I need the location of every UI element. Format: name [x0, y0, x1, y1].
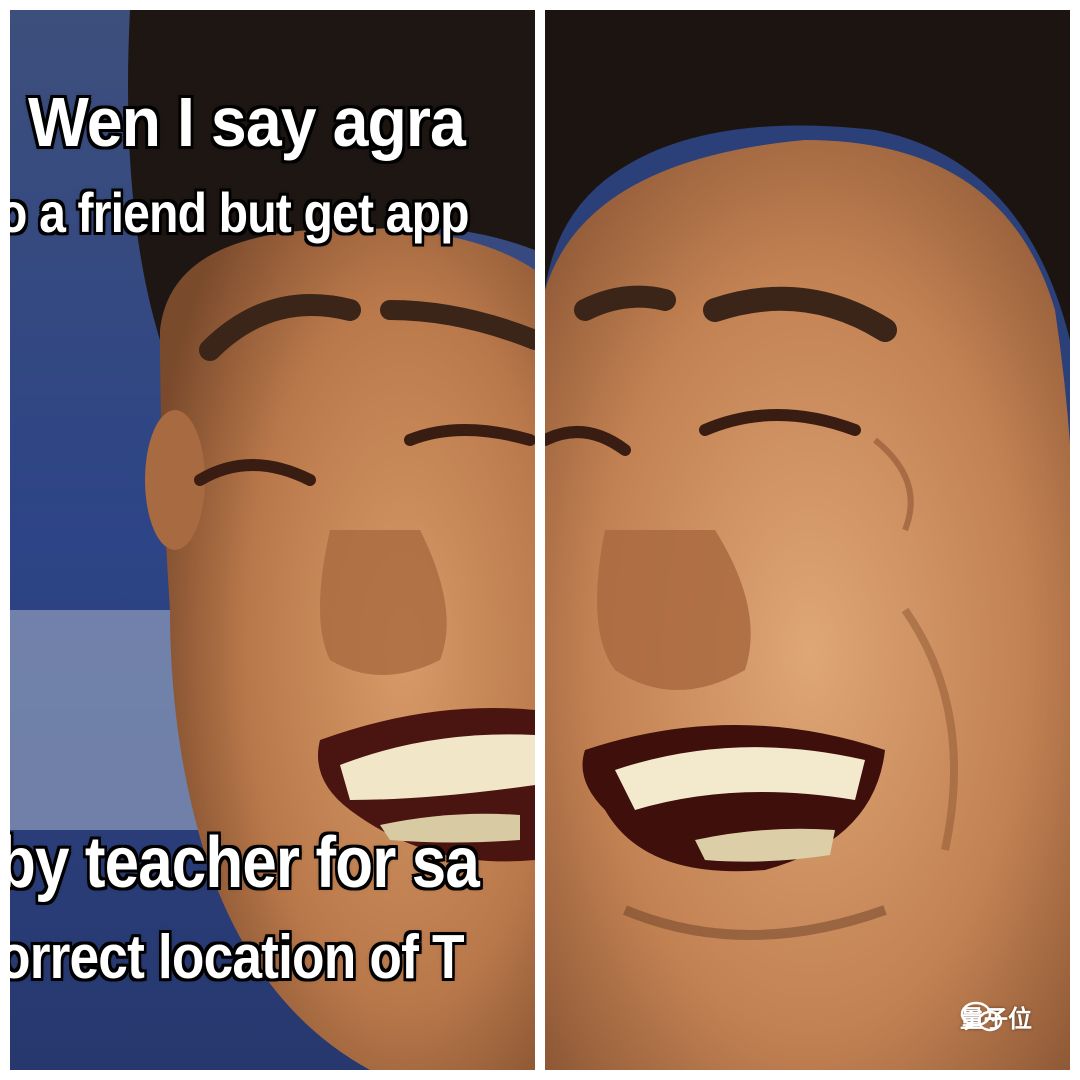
- left-face-photo: [10, 10, 535, 1070]
- watermark: 量子位: [960, 999, 1032, 1034]
- meme-image: Wen I say agra o a friend but get app by…: [0, 0, 1080, 1080]
- right-panel: 量子位: [545, 10, 1070, 1070]
- wechat-icon: [960, 1001, 1003, 1032]
- left-panel: Wen I say agra o a friend but get app by…: [10, 10, 535, 1070]
- caption-line-1: Wen I say agra: [28, 83, 466, 161]
- caption-line-2: o a friend but get app: [10, 181, 470, 244]
- right-face-photo: [545, 10, 1070, 1070]
- caption-line-4: orrect location of T: [10, 923, 465, 992]
- caption-line-3: by teacher for sa: [10, 823, 480, 903]
